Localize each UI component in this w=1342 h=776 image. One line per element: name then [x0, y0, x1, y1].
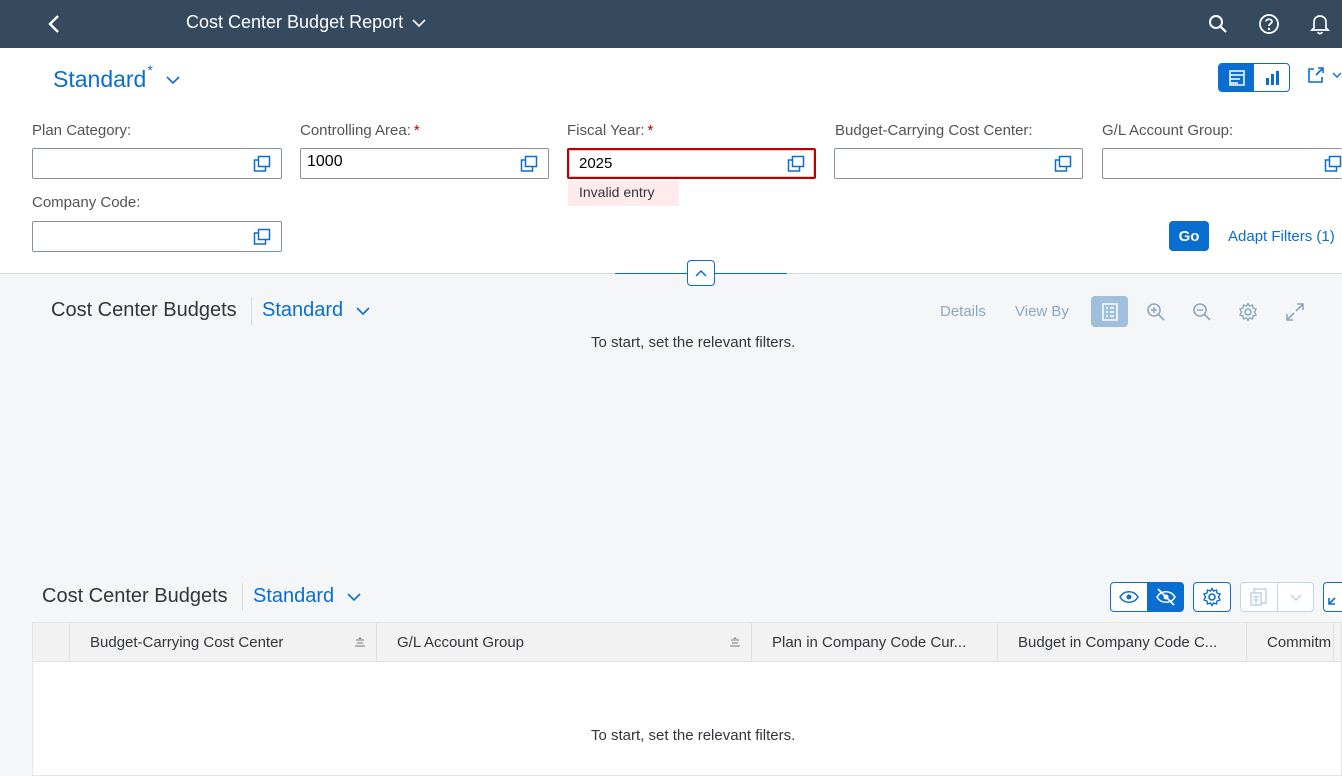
- show-details-button[interactable]: [1110, 582, 1148, 612]
- chevron-down-icon: [356, 306, 370, 315]
- hide-details-button[interactable]: [1147, 582, 1184, 612]
- eye-hidden-icon: [1155, 588, 1176, 606]
- sort-icon: [355, 637, 365, 647]
- back-button[interactable]: [40, 10, 68, 38]
- plan-category-label: Plan Category:: [32, 122, 132, 139]
- app-title: Cost Center Budget Report: [186, 12, 404, 32]
- eye-icon: [1119, 591, 1139, 603]
- search-icon: [1209, 15, 1227, 33]
- filter-bar: Standard * Plan Category: Controlling Ar…: [0, 48, 1342, 286]
- value-help-icon[interactable]: [520, 155, 538, 173]
- title-separator: [251, 297, 252, 325]
- controlling-area-label: Controlling Area: *: [300, 122, 420, 139]
- zoom-in-button[interactable]: [1144, 300, 1168, 324]
- row-selector-header[interactable]: [33, 623, 70, 662]
- collapse-header-button[interactable]: [687, 260, 715, 286]
- chart-settings-button[interactable]: [1236, 300, 1260, 324]
- help-button[interactable]: [1256, 11, 1282, 37]
- column-header-gl-account-group[interactable]: G/L Account Group: [377, 623, 752, 662]
- gear-icon: [1239, 302, 1257, 322]
- chart-table-icon: [1228, 69, 1245, 86]
- zoom-out-button[interactable]: [1190, 300, 1214, 324]
- chevron-down-icon: [347, 592, 361, 601]
- gear-icon: [1203, 587, 1221, 607]
- variant-modified-marker: *: [147, 61, 153, 78]
- view-by-button[interactable]: View By: [1015, 303, 1069, 320]
- value-help-icon[interactable]: [787, 155, 805, 173]
- gl-account-group-input[interactable]: [1102, 148, 1342, 179]
- chart-table-view-button[interactable]: [1219, 64, 1254, 91]
- chevron-down-icon: [1289, 594, 1302, 601]
- share-icon: [1308, 67, 1324, 83]
- chevron-down-icon: [412, 18, 426, 27]
- chart-fullscreen-button[interactable]: [1283, 300, 1307, 324]
- cost-center-budgets-table: Budget-Carrying Cost Center G/L Account …: [32, 622, 1342, 776]
- title-separator: [242, 583, 243, 611]
- fiscal-year-input[interactable]: 2025: [567, 148, 816, 179]
- shell-bar: Cost Center Budget Report: [0, 0, 1342, 48]
- search-button[interactable]: [1205, 11, 1231, 37]
- chevron-down-icon: [1332, 72, 1342, 78]
- plan-category-input[interactable]: [32, 148, 282, 179]
- fullscreen-icon: [1286, 303, 1304, 321]
- table-variant-name: Standard: [253, 585, 335, 607]
- column-header-plan-in-company-code-currency[interactable]: Plan in Company Code Cur...: [752, 623, 998, 662]
- value-help-icon[interactable]: [253, 228, 271, 246]
- chart-section-title: Cost Center Budgets: [51, 299, 237, 321]
- export-menu-button[interactable]: [1277, 582, 1314, 612]
- budget-carrying-cost-center-input[interactable]: [834, 148, 1083, 179]
- table-settings-button[interactable]: [1193, 582, 1231, 612]
- budget-carrying-cost-center-label: Budget-Carrying Cost Center:: [835, 122, 1033, 139]
- bar-chart-icon: [1265, 70, 1279, 85]
- chart-view-button[interactable]: [1254, 64, 1289, 91]
- table-header: Budget-Carrying Cost Center G/L Account …: [33, 623, 1341, 662]
- collapse-divider: [715, 273, 787, 274]
- variant-name: Standard: [53, 66, 147, 92]
- company-code-input[interactable]: [32, 221, 282, 252]
- details-button[interactable]: Details: [940, 303, 986, 320]
- app-title-menu[interactable]: Cost Center Budget Report: [186, 12, 427, 33]
- column-header-budget-in-company-code-currency[interactable]: Budget in Company Code C...: [998, 623, 1247, 662]
- column-header-commitment[interactable]: Commitm: [1247, 623, 1334, 662]
- zoom-in-icon: [1147, 303, 1165, 321]
- export-spreadsheet-icon: [1250, 588, 1267, 606]
- gl-account-group-label: G/L Account Group:: [1102, 122, 1234, 139]
- column-header-budget-carrying-cost-center[interactable]: Budget-Carrying Cost Center: [70, 623, 377, 662]
- fiscal-year-error-message: Invalid entry: [568, 181, 679, 206]
- chevron-down-icon: [166, 75, 180, 84]
- chevron-up-icon: [695, 269, 707, 277]
- variant-management[interactable]: Standard *: [53, 62, 181, 93]
- controlling-area-input[interactable]: 1000: [300, 148, 549, 179]
- value-help-icon[interactable]: [253, 155, 271, 173]
- chevron-left-icon: [48, 15, 59, 33]
- chart-empty-message: To start, set the relevant filters.: [591, 334, 796, 351]
- legend-toggle-button[interactable]: [1091, 296, 1128, 327]
- notifications-button[interactable]: [1307, 11, 1333, 37]
- value-help-icon[interactable]: [1324, 155, 1342, 173]
- fullscreen-icon: [1328, 597, 1336, 605]
- go-button[interactable]: Go: [1169, 221, 1209, 251]
- table-empty-message: To start, set the relevant filters.: [591, 727, 796, 744]
- zoom-out-icon: [1193, 303, 1211, 321]
- export-button[interactable]: [1240, 582, 1278, 612]
- chart-variant-name: Standard: [262, 299, 344, 321]
- value-help-icon[interactable]: [1054, 155, 1072, 173]
- help-icon: [1259, 14, 1279, 34]
- fiscal-year-label: Fiscal Year: *: [567, 122, 654, 139]
- legend-icon: [1101, 302, 1118, 321]
- bell-icon: [1310, 15, 1330, 35]
- chart-variant-selector[interactable]: Standard: [262, 299, 371, 322]
- collapse-divider: [615, 273, 687, 274]
- table-variant-selector[interactable]: Standard: [253, 585, 362, 608]
- share-button[interactable]: [1306, 65, 1342, 85]
- company-code-label: Company Code:: [32, 194, 141, 211]
- table-section-title: Cost Center Budgets: [42, 585, 228, 607]
- sort-icon: [730, 637, 740, 647]
- table-fullscreen-button[interactable]: [1323, 582, 1342, 612]
- view-switch: [1218, 63, 1290, 92]
- adapt-filters-link[interactable]: Adapt Filters (1): [1228, 228, 1335, 245]
